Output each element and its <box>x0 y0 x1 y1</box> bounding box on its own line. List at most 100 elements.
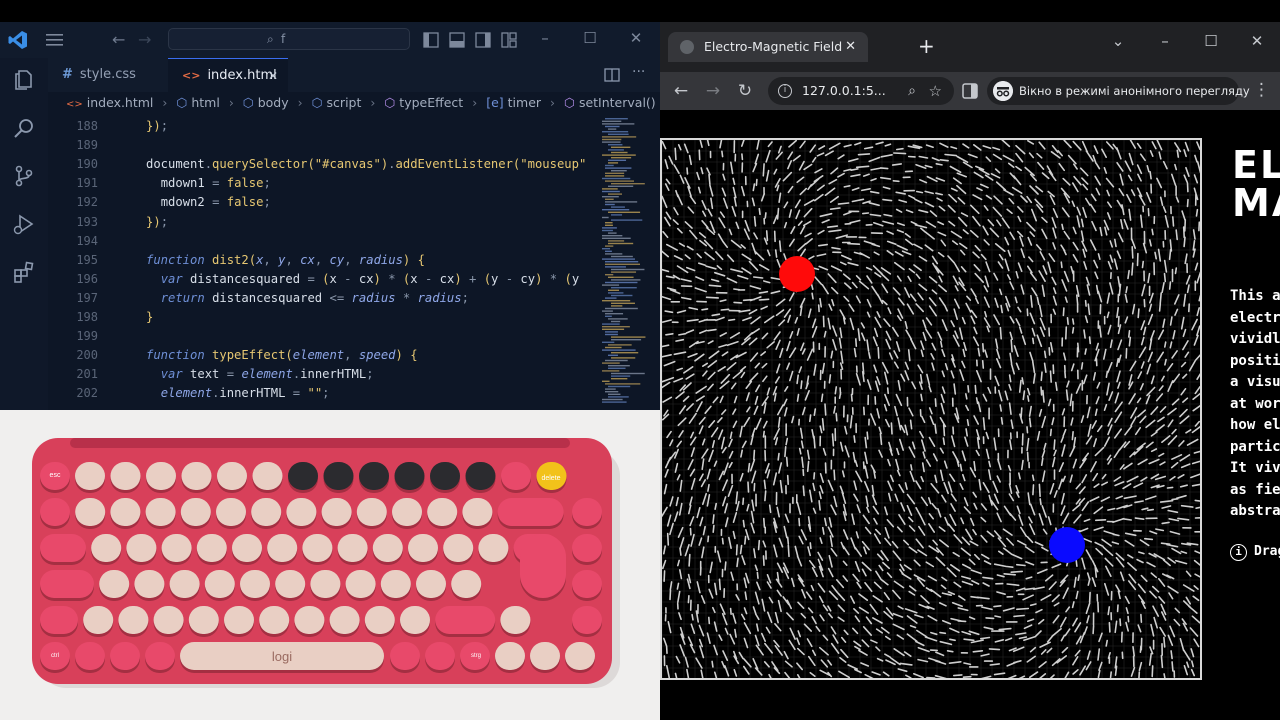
key <box>500 606 531 634</box>
field-visualization[interactable] <box>662 140 1200 678</box>
tab-close-icon[interactable]: ✕ <box>268 59 278 93</box>
minimap-line <box>602 328 625 330</box>
negative-charge[interactable] <box>1049 527 1085 563</box>
minimap-line <box>608 292 624 294</box>
source-control-icon[interactable] <box>12 164 36 188</box>
minimap-line <box>602 323 620 325</box>
code-line: element.innerHTML = ""; <box>160 386 330 401</box>
side-panel-icon[interactable] <box>962 83 978 99</box>
tab-label: index.html <box>207 68 277 83</box>
key <box>134 570 165 598</box>
minimap-line <box>611 375 631 377</box>
line-number: 200 <box>76 348 98 363</box>
function-key <box>110 462 141 490</box>
minimap-line <box>608 318 628 320</box>
line-number: 197 <box>76 290 98 305</box>
key <box>118 606 149 634</box>
chevron-right-icon: › <box>472 95 478 110</box>
drag-hint-text: Drag <box>1254 544 1280 559</box>
field-canvas[interactable] <box>660 138 1202 680</box>
minimap-line <box>602 190 620 193</box>
minimap-line <box>602 123 635 125</box>
code-editor[interactable]: }); document.querySelector("#canvas").add… <box>108 114 596 410</box>
reload-icon[interactable]: ↻ <box>734 80 756 102</box>
split-editor-icon[interactable] <box>604 68 620 82</box>
minimap-line <box>608 211 641 213</box>
breadcrumb-item[interactable]: setInterval() callback <box>579 95 660 110</box>
minimap-line <box>611 287 637 289</box>
key <box>427 498 458 526</box>
forward-arrow-icon[interactable]: → <box>138 30 151 49</box>
minimap-line <box>611 305 623 307</box>
tab-index-html[interactable]: <> index.html ✕ <box>168 58 288 92</box>
tab-close-icon[interactable]: ✕ <box>845 32 856 62</box>
extensions-icon[interactable] <box>12 260 36 284</box>
key <box>310 570 341 598</box>
incognito-indicator[interactable]: Вікно в режимі анонімного перегляду <box>987 77 1250 105</box>
minimize-icon[interactable]: – <box>536 29 554 47</box>
kebab-menu-icon[interactable]: ⋮ <box>1253 80 1270 100</box>
run-debug-icon[interactable] <box>12 212 36 236</box>
minimap-line <box>602 188 618 190</box>
more-actions-icon[interactable]: ··· <box>632 64 645 80</box>
address-bar[interactable]: i 127.0.0.1:5... ⌕ ☆ <box>768 77 954 105</box>
new-tab-button[interactable]: + <box>918 34 935 58</box>
minimap-line <box>602 120 622 122</box>
positive-charge[interactable] <box>779 256 815 292</box>
key <box>216 498 246 526</box>
line-number: 202 <box>76 386 98 401</box>
minimap-line <box>602 370 620 372</box>
minimap-line <box>608 365 630 367</box>
zoom-icon[interactable]: ⌕ <box>908 77 916 105</box>
minimap-line <box>611 320 621 323</box>
minimap-line <box>602 341 615 343</box>
key <box>99 570 130 598</box>
line-number: 193 <box>76 214 98 229</box>
maximize-icon[interactable]: ☐ <box>1201 32 1221 50</box>
toggle-sidebar-icon[interactable] <box>423 32 439 48</box>
close-window-icon[interactable]: ✕ <box>1247 32 1267 50</box>
minimap-line <box>602 177 631 180</box>
browser-tab[interactable]: Electro-Magnetic Field ✕ <box>668 32 868 62</box>
site-info-icon[interactable]: i <box>778 84 792 98</box>
minimap-line <box>602 216 609 219</box>
breadcrumb-item[interactable]: html <box>191 95 219 110</box>
line-number: 199 <box>76 329 98 344</box>
bookmark-star-icon[interactable]: ☆ <box>929 77 942 105</box>
function-icon: ⬡ <box>564 95 575 110</box>
top-black-band <box>0 0 1280 22</box>
minimize-icon[interactable]: – <box>1155 32 1175 50</box>
ctrl-key-label: ctrl <box>51 653 59 659</box>
tab-search-chevron-icon[interactable]: ⌄ <box>1108 32 1128 50</box>
key <box>451 570 482 598</box>
breadcrumb-item[interactable]: typeEffect <box>399 95 463 110</box>
minimap-line <box>611 336 646 338</box>
toggle-secondary-sidebar-icon[interactable] <box>475 32 491 48</box>
screen: ← → ⌕ f – ☐ ✕ # style.css <> index.html … <box>0 0 1280 720</box>
tab-style-css[interactable]: # style.css <box>48 58 168 92</box>
hamburger-menu-icon[interactable] <box>46 33 63 47</box>
toggle-panel-icon[interactable] <box>449 32 465 48</box>
command-center-search[interactable]: ⌕ f <box>168 28 410 50</box>
html-file-icon: <> <box>66 99 83 110</box>
field-lines <box>662 140 1200 678</box>
close-window-icon[interactable]: ✕ <box>627 29 645 47</box>
breadcrumb-item[interactable]: timer <box>508 95 541 110</box>
minimap[interactable] <box>600 114 652 410</box>
explorer-icon[interactable] <box>12 68 36 92</box>
maximize-icon[interactable]: ☐ <box>581 29 599 47</box>
forward-arrow-icon[interactable]: → <box>702 80 724 102</box>
line-number: 188 <box>76 119 98 133</box>
chevron-right-icon: › <box>370 95 376 110</box>
breadcrumb-item[interactable]: script <box>327 95 362 110</box>
field-vectors <box>662 140 1200 678</box>
breadcrumb-item[interactable]: index.html <box>87 95 154 110</box>
back-arrow-icon[interactable]: ← <box>112 30 125 49</box>
line-number: 196 <box>76 271 98 286</box>
search-sidebar-icon[interactable] <box>12 116 36 140</box>
key <box>126 534 157 562</box>
vscode-title-bar: ← → ⌕ f – ☐ ✕ <box>0 22 660 58</box>
customize-layout-icon[interactable] <box>501 32 517 48</box>
breadcrumb-item[interactable]: body <box>258 95 289 110</box>
back-arrow-icon[interactable]: ← <box>670 80 692 102</box>
